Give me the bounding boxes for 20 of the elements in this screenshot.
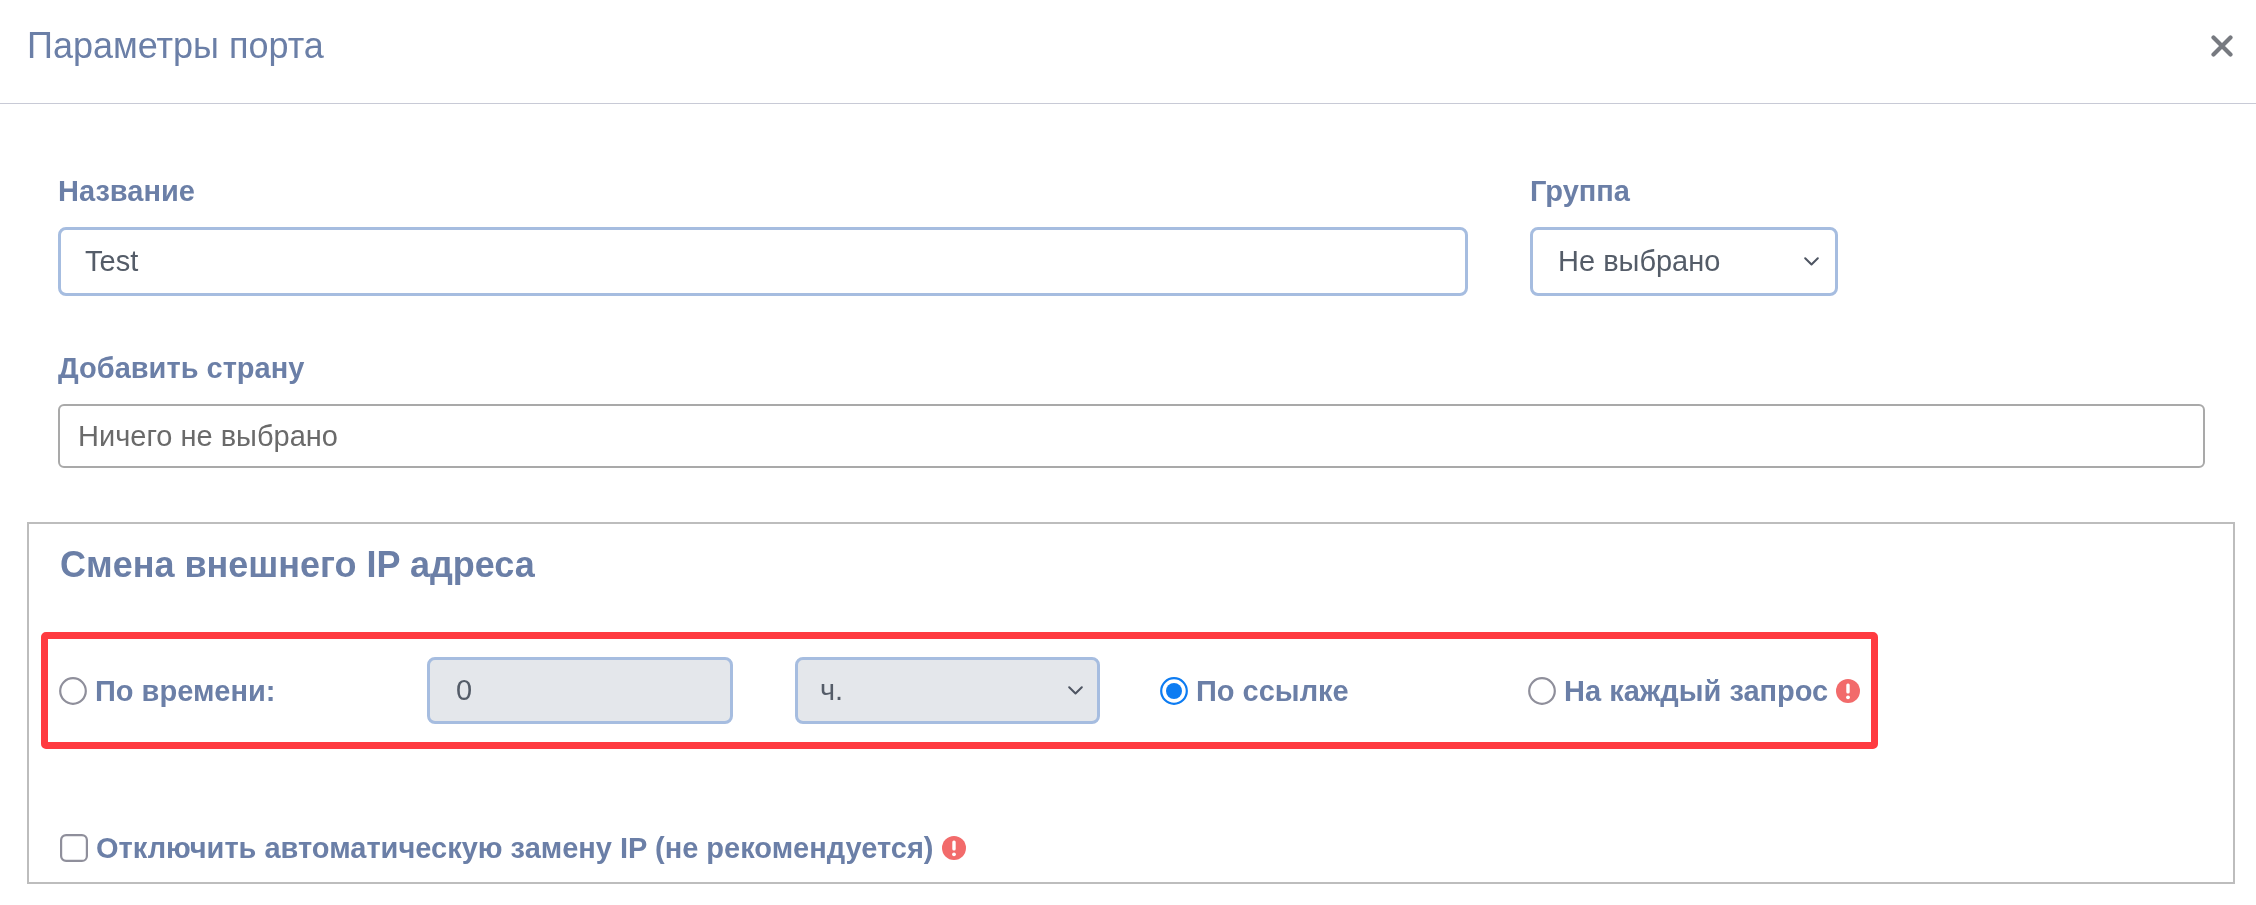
field-label: Группа (1530, 174, 1631, 208)
section-title: Смена внешнего IP адреса (60, 545, 536, 585)
radio-label: По времени: (95, 673, 276, 708)
country-select[interactable]: Ничего не выбрано (58, 404, 2205, 468)
field-label: Название (58, 174, 196, 208)
radio-button[interactable] (1528, 676, 1556, 705)
close-button[interactable] (2209, 32, 2235, 59)
checkbox[interactable] (60, 834, 88, 862)
chevron-down-icon (1804, 257, 1819, 266)
chevron-down-icon (1068, 686, 1083, 695)
radio-label: По ссылке (1196, 673, 1349, 708)
dialog-title: Параметры порта (27, 24, 324, 67)
field-label: Добавить страну (58, 351, 306, 385)
group-select[interactable]: Не выбрано (1530, 227, 1838, 296)
radio-button[interactable] (1160, 676, 1188, 705)
name-input[interactable]: Test (58, 227, 1468, 296)
radio-label: На каждый запрос (1564, 673, 1829, 708)
radio-button[interactable] (59, 676, 87, 705)
close-icon (2211, 34, 2233, 57)
checkbox-label: Отключить автоматическую замену IP (не рекомендуется) (96, 831, 934, 865)
